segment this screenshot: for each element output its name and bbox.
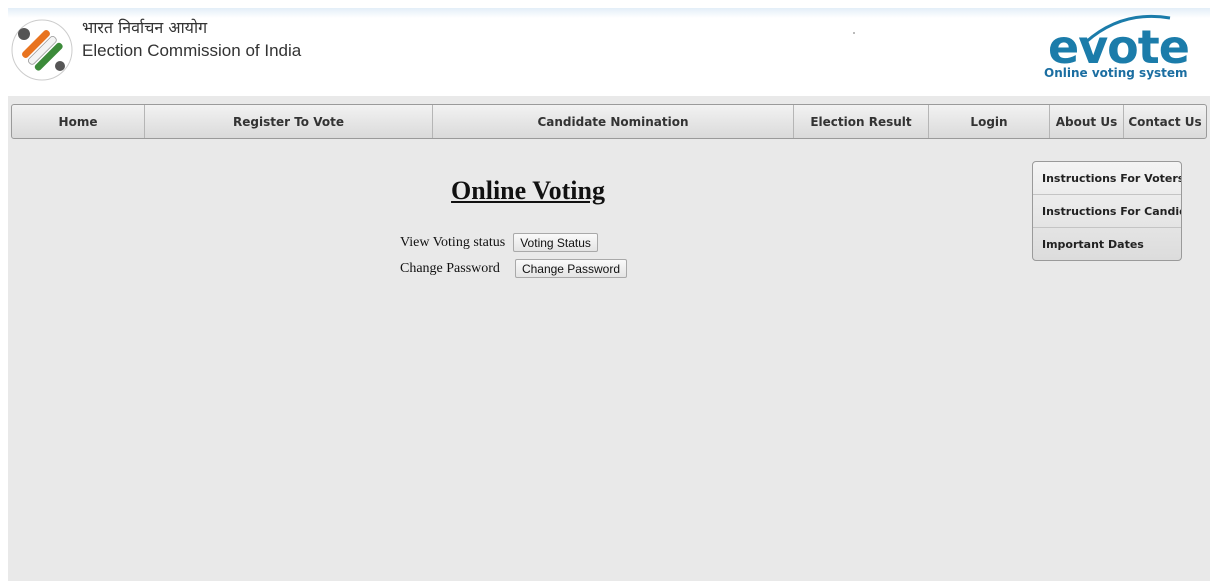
eci-english-title: Election Commission of India — [82, 41, 302, 60]
nav-contact-us[interactable]: Contact Us — [1124, 105, 1206, 138]
main-navbar: Home Register To Vote Candidate Nominati… — [11, 104, 1207, 139]
eci-logo-icon — [11, 19, 73, 81]
evote-logo: evote Online voting system — [1038, 14, 1210, 90]
change-password-row: Change Password Change Password — [400, 259, 627, 278]
voting-status-label: View Voting status — [400, 234, 506, 250]
evote-tagline: Online voting system — [1044, 66, 1188, 80]
nav-login[interactable]: Login — [929, 105, 1050, 138]
eci-hindi-title: भारत निर्वाचन आयोग — [82, 18, 208, 37]
voting-status-button[interactable]: Voting Status — [513, 233, 598, 252]
nav-election-result[interactable]: Election Result — [794, 105, 929, 138]
nav-candidate-nomination[interactable]: Candidate Nomination — [433, 105, 794, 138]
side-item-important-dates[interactable]: Important Dates — [1033, 228, 1181, 260]
change-password-button[interactable]: Change Password — [514, 259, 627, 278]
nav-home[interactable]: Home — [12, 105, 145, 138]
header: भारत निर्वाचन आयोग Election Commission o… — [8, 8, 1210, 96]
side-item-instructions-voters[interactable]: Instructions For Voters — [1033, 162, 1181, 195]
evote-wordmark: evote — [1048, 20, 1190, 74]
nav-register-to-vote[interactable]: Register To Vote — [145, 105, 433, 138]
change-password-label: Change Password — [400, 260, 500, 276]
page-title: Online Voting — [451, 176, 605, 205]
page: भारत निर्वाचन आयोग Election Commission o… — [8, 8, 1210, 581]
side-menu: Instructions For Voters Instructions For… — [1032, 161, 1182, 261]
eci-title: भारत निर्वाचन आयोग Election Commission o… — [82, 18, 301, 64]
nav-about-us[interactable]: About Us — [1050, 105, 1124, 138]
voting-status-row: View Voting status Voting Status — [400, 233, 598, 252]
header-dot — [853, 32, 855, 34]
side-item-instructions-candidates[interactable]: Instructions For Candidates — [1033, 195, 1181, 228]
